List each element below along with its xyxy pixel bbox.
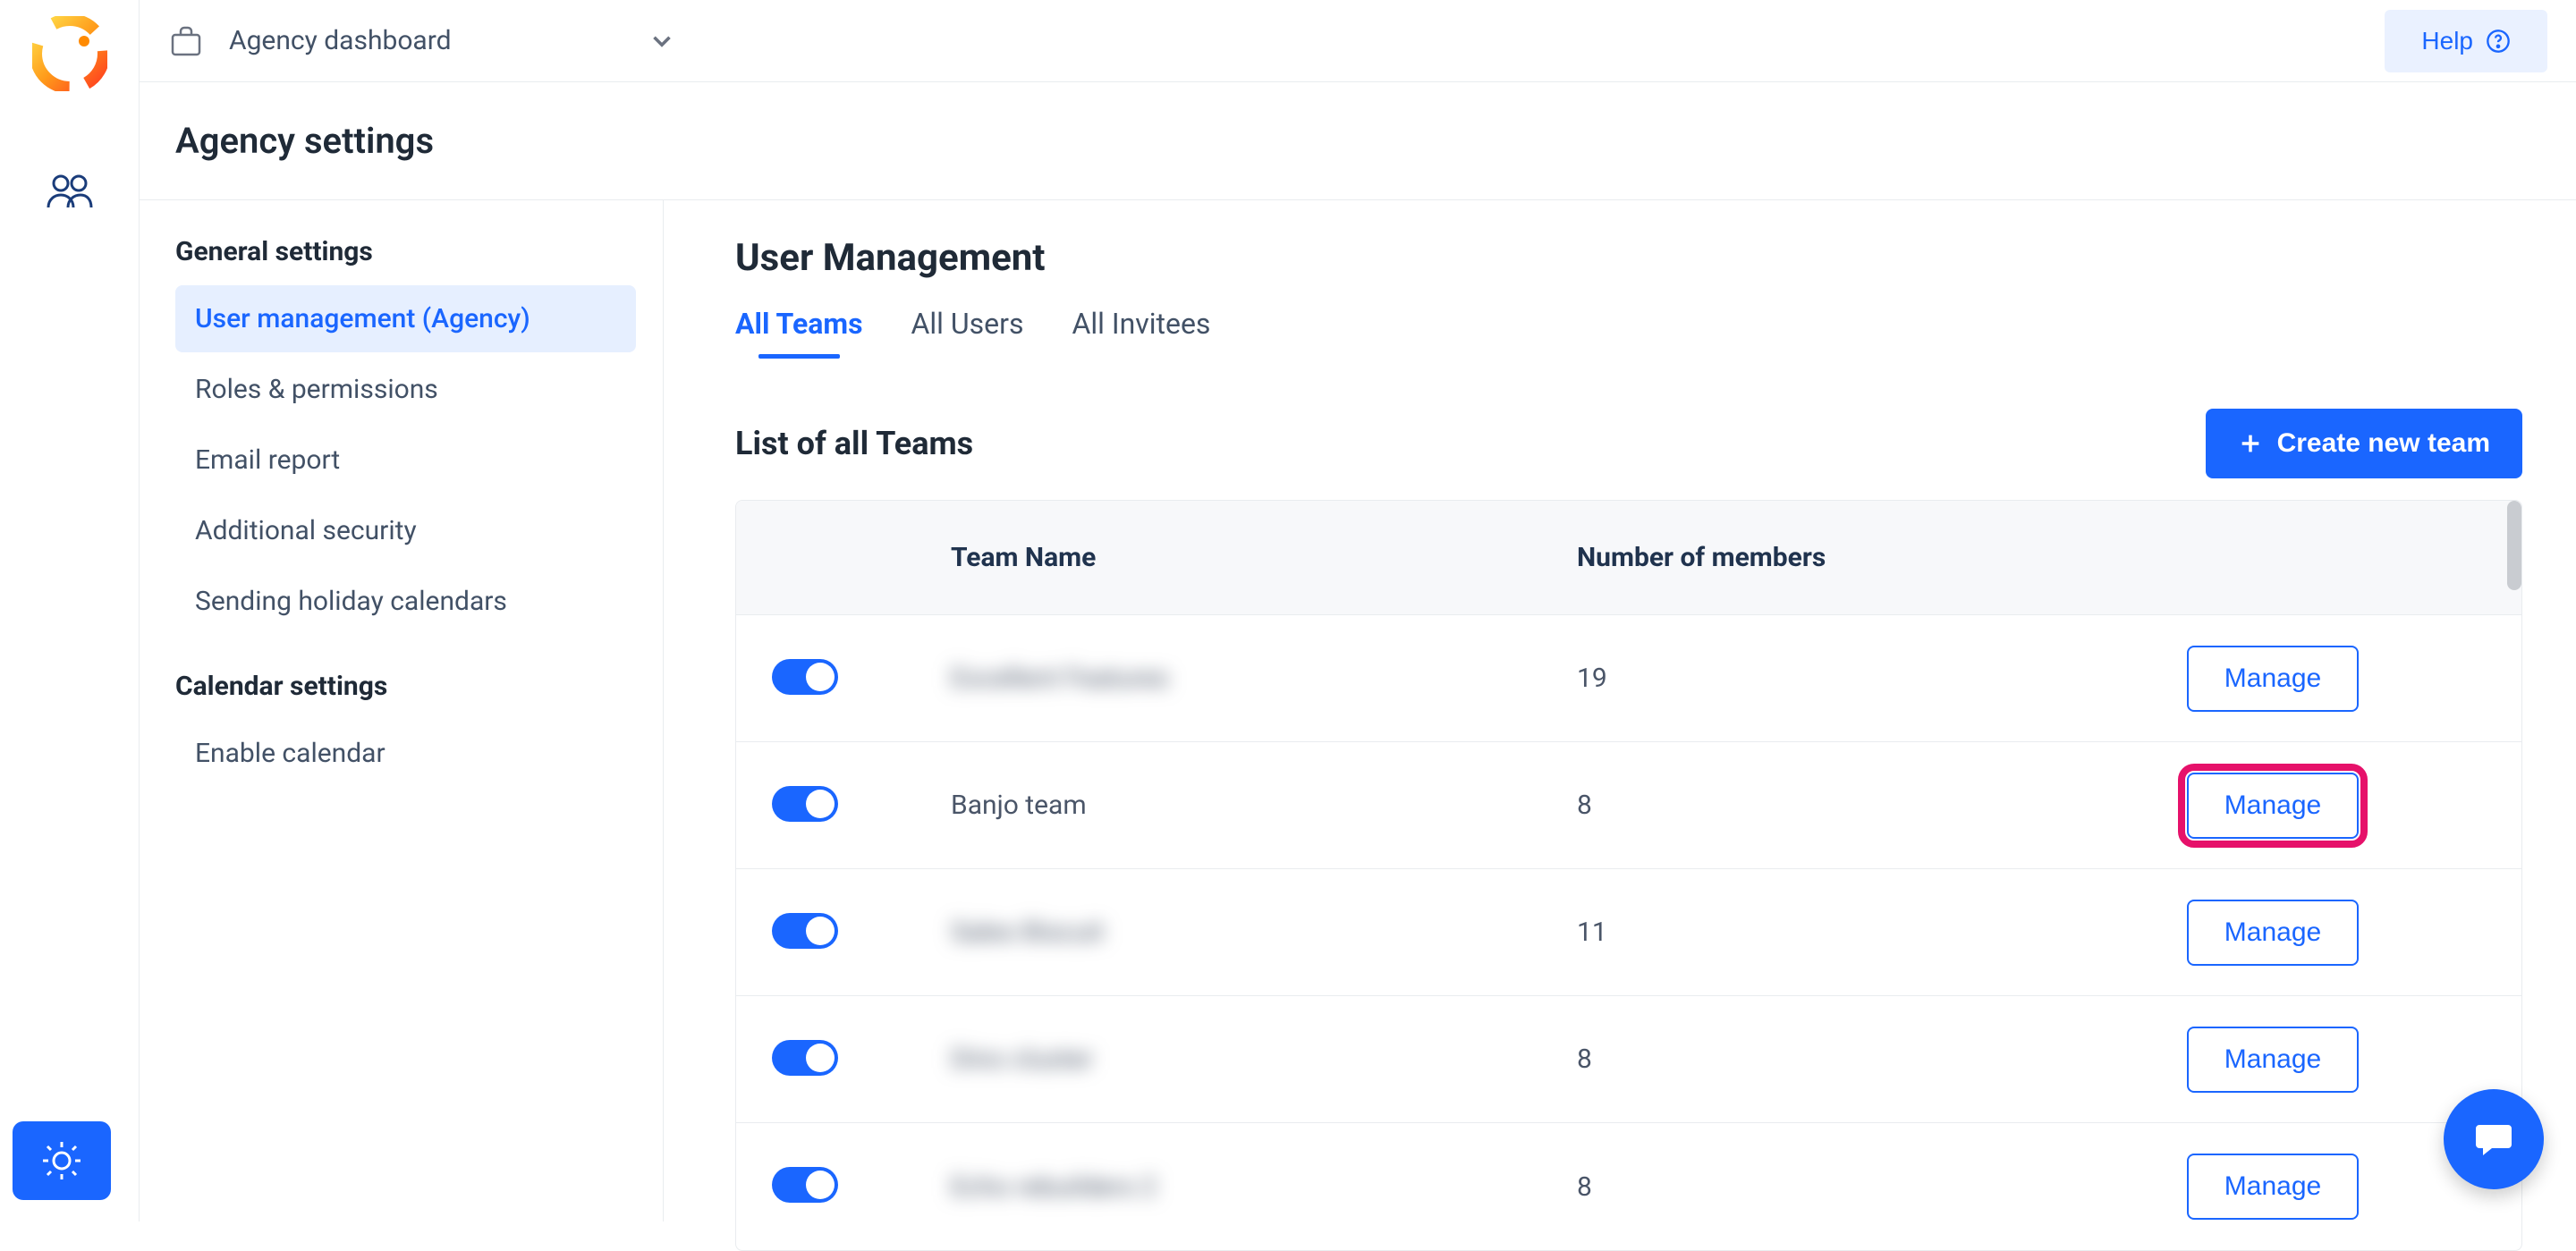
plus-icon [2238,431,2263,456]
table-row: Excellent Features19 Manage [736,615,2521,742]
manage-button[interactable]: Manage [2187,773,2359,839]
team-members: 8 [1577,790,2060,821]
briefcase-icon [168,23,204,59]
main-heading: User Management [735,236,2522,280]
team-toggle[interactable] [772,1167,838,1203]
chevron-down-icon [647,26,677,56]
team-toggle[interactable] [772,786,838,822]
top-bar: Agency dashboard Help [140,0,2576,82]
team-name: Sales Biscuit [951,917,1577,948]
page-header: Agency settings [140,82,2576,200]
col-members: Number of members [1577,542,2060,573]
sidenav-item[interactable]: Enable calendar [175,720,636,787]
table-row: Banjo team8 Manage [736,742,2521,869]
sidenav-item[interactable]: Email report [175,427,636,494]
table-row: Sales Biscuit11 Manage [736,869,2521,996]
teams-table: Team Name Number of members Excellent Fe… [735,500,2522,1251]
dashboard-switcher[interactable]: Agency dashboard [168,23,677,59]
manage-button[interactable]: Manage [2187,1154,2359,1220]
team-name: Banjo team [951,790,1577,821]
tab[interactable]: All Teams [735,307,863,359]
col-team-name: Team Name [951,542,1577,573]
help-button[interactable]: Help [2385,10,2547,72]
chat-icon [2470,1116,2517,1162]
manage-button[interactable]: Manage [2187,1027,2359,1093]
team-name: Echo rebuilders 2 [951,1171,1577,1203]
help-label: Help [2421,27,2473,55]
team-members: 19 [1577,663,2060,694]
create-team-button[interactable]: Create new team [2206,409,2522,478]
settings-button[interactable] [13,1121,111,1200]
sidenav-item[interactable]: Sending holiday calendars [175,568,636,635]
list-title: List of all Teams [735,425,973,462]
left-rail [0,0,140,1221]
sidenav-item[interactable]: Roles & permissions [175,356,636,423]
page-title: Agency settings [175,120,434,162]
team-toggle[interactable] [772,913,838,949]
team-toggle[interactable] [772,1040,838,1076]
table-row: Dino cluster8 Manage [736,996,2521,1123]
table-header: Team Name Number of members [736,501,2521,615]
team-name: Dino cluster [951,1044,1577,1075]
sidenav-item[interactable]: Additional security [175,497,636,564]
app-logo [32,16,107,91]
sidenav-item[interactable]: User management (Agency) [175,285,636,352]
tab[interactable]: All Invitees [1072,307,1210,359]
dashboard-label: Agency dashboard [229,25,452,56]
manage-button[interactable]: Manage [2187,900,2359,966]
team-members: 8 [1577,1171,2060,1203]
chat-launcher[interactable] [2444,1089,2544,1189]
team-members: 8 [1577,1044,2060,1075]
table-row: Echo rebuilders 28 Manage [736,1123,2521,1250]
people-icon[interactable] [45,172,95,211]
manage-button[interactable]: Manage [2187,646,2359,712]
create-team-label: Create new team [2277,428,2490,459]
tabs: All Teams All Users All Invitees [735,307,2522,359]
help-icon [2486,29,2511,54]
settings-sidenav: General settings User management (Agency… [140,200,664,1221]
team-toggle[interactable] [772,659,838,695]
team-members: 11 [1577,917,2060,948]
sidenav-section-calendar: Calendar settings [175,671,636,702]
scrollbar[interactable] [2507,501,2521,590]
tab[interactable]: All Users [911,307,1024,359]
sidenav-section-general: General settings [175,236,636,267]
content: General settings User management (Agency… [140,200,2576,1221]
main-panel: User Management All Teams All Users All In… [664,200,2576,1221]
team-name: Excellent Features [951,663,1577,694]
